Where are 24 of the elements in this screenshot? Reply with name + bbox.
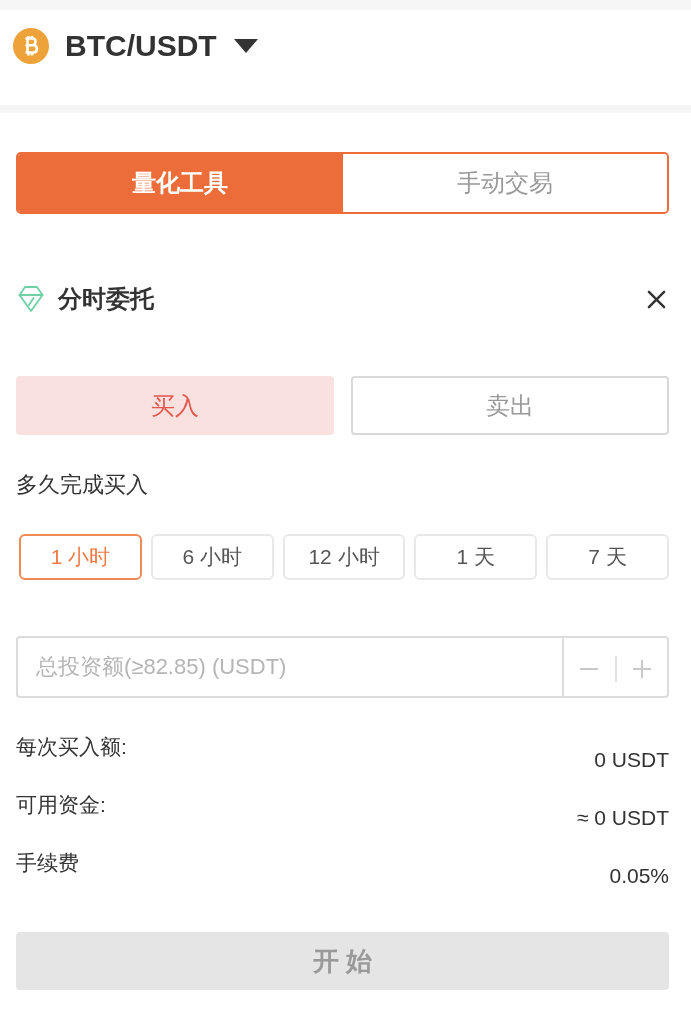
trade-side-tab[interactable]: 买入 [16,376,334,435]
pair-selector[interactable]: BTC/USDT [65,28,258,64]
summary-label: 手续费 [16,850,79,876]
coin-icon [13,28,49,64]
close-icon [647,289,666,309]
duration-option[interactable]: 1 小时 [19,534,142,580]
duration-label: 多久完成买入 [16,472,148,497]
summary-label: 可用资金: [16,792,106,818]
summary-value: 0 USDT [594,747,669,773]
duration-option[interactable]: 1 天 [414,534,538,580]
duration-option[interactable]: 7 天 [546,534,669,580]
duration-option[interactable]: 12 小时 [282,534,406,580]
minus-icon [580,668,599,670]
plus-icon [632,660,651,678]
mode-tab[interactable]: 量化工具 [18,154,343,212]
caret-icon [233,39,258,53]
trade-side-tab[interactable]: 卖出 [351,376,669,435]
duration-option[interactable]: 6 小时 [150,534,274,580]
summary-value: 0.05% [609,863,669,889]
amount-input[interactable]: 总投资额(≥82.85) (USDT) [16,636,562,698]
section-title: 分时委托 [58,284,154,314]
summary-label: 每次买入额: [16,734,127,760]
diamond-icon [18,285,44,313]
summary-value: ≈ 0 USDT [576,805,669,831]
